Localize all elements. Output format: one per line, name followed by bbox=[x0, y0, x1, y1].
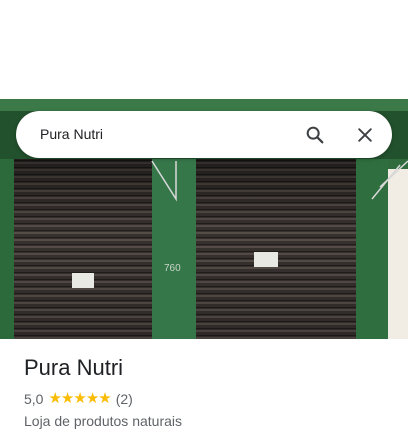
paper-note-left bbox=[72, 273, 94, 288]
star-icon: ★ bbox=[85, 390, 99, 407]
place-title: Pura Nutri bbox=[24, 355, 124, 380]
paper-note-right bbox=[254, 252, 278, 267]
review-count[interactable]: (2) bbox=[116, 391, 133, 407]
star-icon: ★ bbox=[73, 390, 86, 407]
search-bar[interactable]: Pura Nutri bbox=[16, 111, 392, 158]
street-number: 760 bbox=[164, 263, 181, 274]
search-icon[interactable] bbox=[302, 122, 328, 148]
rating-value: 5,0 bbox=[24, 391, 44, 407]
star-rating: ★ ★ ★ ★ ★ bbox=[48, 389, 111, 409]
left-pillar bbox=[0, 159, 14, 339]
rating-row[interactable]: 5,0 ★ ★ ★ ★ ★ (2) bbox=[24, 389, 394, 409]
search-input[interactable]: Pura Nutri bbox=[40, 111, 103, 158]
close-icon[interactable] bbox=[352, 122, 378, 148]
place-info: Pura Nutri 5,0 ★ ★ ★ ★ ★ (2) Loja de pro… bbox=[24, 354, 394, 430]
star-icon: ★ bbox=[98, 390, 111, 407]
center-pillar bbox=[152, 159, 196, 339]
place-category: Loja de produtos naturais bbox=[24, 413, 182, 429]
star-icon: ★ bbox=[48, 390, 61, 407]
star-icon: ★ bbox=[60, 390, 74, 407]
blank-header-area bbox=[0, 0, 408, 99]
